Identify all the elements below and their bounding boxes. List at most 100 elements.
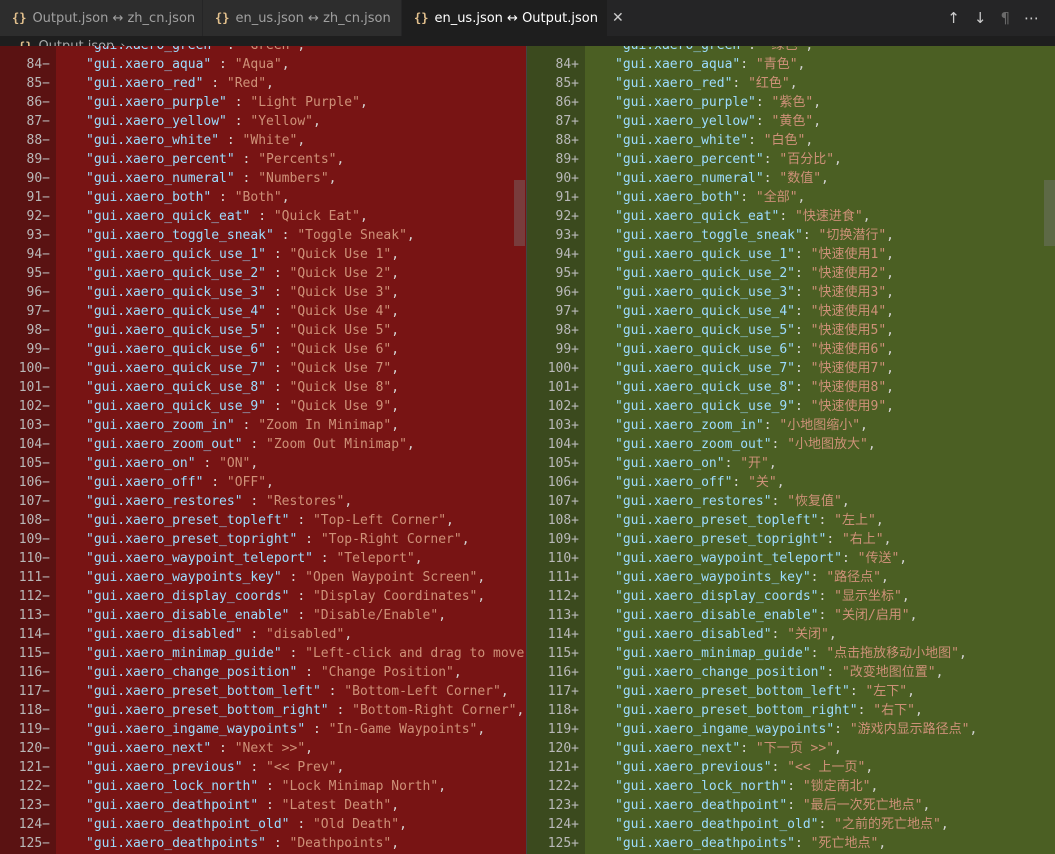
line-gutter: 124− <box>0 815 56 834</box>
json-comma: , <box>886 380 894 395</box>
json-comma: , <box>266 76 274 91</box>
json-value: "Old Death" <box>312 817 400 832</box>
json-key: "gui.xaero_red" <box>615 76 733 91</box>
json-key: "gui.xaero_off" <box>615 475 733 490</box>
diff-modified-pane[interactable]: "gui.xaero_green": "绿色",84+"gui.xaero_aq… <box>527 46 1055 854</box>
code-line: 104+ "gui.xaero_zoom_out": "小地图放大", <box>527 435 1055 454</box>
right-scrollbar-thumb[interactable] <box>1044 180 1055 246</box>
code-text: "gui.xaero_quick_use_1" : "Quick Use 1", <box>86 245 399 264</box>
line-gutter: 114− <box>0 625 56 644</box>
added-marker: + <box>571 399 579 414</box>
code-line: 93+ "gui.xaero_toggle_sneak": "切换潜行", <box>527 226 1055 245</box>
line-number-text: 94 <box>555 247 572 262</box>
json-comma: , <box>359 209 368 224</box>
json-separator: : <box>849 684 866 699</box>
json-key: "gui.xaero_lock_north" <box>615 779 788 794</box>
code-line: 118− "gui.xaero_preset_bottom_right" : "B… <box>0 701 526 720</box>
line-number-text: 96 <box>555 285 572 300</box>
removed-marker: − <box>42 228 50 243</box>
pilcrow-icon[interactable]: ¶ <box>1000 9 1010 27</box>
code-text: "gui.xaero_waypoint_teleport" : "Telepor… <box>86 549 423 568</box>
code-text: "gui.xaero_preset_bottom_right": "右下", <box>615 701 923 720</box>
line-gutter: 94+ <box>527 245 585 264</box>
line-gutter: 109+ <box>527 530 585 549</box>
left-scrollbar-thumb[interactable] <box>514 180 525 246</box>
json-key: "gui.xaero_waypoint_teleport" <box>615 551 842 566</box>
json-key: "gui.xaero_quick_use_1" <box>86 247 267 262</box>
added-marker: + <box>571 513 579 528</box>
line-number: 102− <box>0 397 50 416</box>
code-line: 106+ "gui.xaero_off": "关", <box>527 473 1055 492</box>
json-comma: , <box>922 798 931 813</box>
line-gutter: 115− <box>0 644 56 663</box>
json-value: "<< 上一页" <box>787 760 866 775</box>
line-number: 93− <box>0 226 50 245</box>
json-key: "gui.xaero_disabled" <box>86 627 243 642</box>
code-line: 124+ "gui.xaero_deathpoint_old": "之前的死亡地点… <box>527 815 1055 834</box>
line-gutter: 111+ <box>527 568 585 587</box>
line-number: 87− <box>0 112 50 131</box>
code-text: "gui.xaero_quick_use_8" : "Quick Use 8", <box>86 378 399 397</box>
tab-en-us-vs-output[interactable]: {} en_us.json ↔ Output.json ✕ <box>402 0 624 36</box>
code-line: 98+ "gui.xaero_quick_use_5": "快速使用5", <box>527 321 1055 340</box>
json-value: "Left-click and drag to move <box>305 646 525 661</box>
json-separator: : <box>826 665 842 680</box>
line-number: 84+ <box>529 55 579 74</box>
next-change-icon[interactable]: ↓ <box>974 9 987 27</box>
code-text: "gui.xaero_red" : "Red", <box>86 74 274 93</box>
line-number-text: 92 <box>26 209 43 224</box>
json-comma: , <box>336 760 345 775</box>
code-line: 108− "gui.xaero_preset_topleft" : "Top-Le… <box>0 511 526 530</box>
code-line: 87+ "gui.xaero_yellow": "黄色", <box>527 112 1055 131</box>
json-value: "<< Prev" <box>266 760 337 775</box>
removed-marker: − <box>42 209 50 224</box>
json-separator: : <box>234 171 259 186</box>
json-comma: , <box>305 741 313 756</box>
line-number: 88− <box>0 131 50 150</box>
added-marker: + <box>571 418 579 433</box>
added-marker: + <box>571 285 579 300</box>
json-comma: , <box>886 361 894 376</box>
line-number: 96− <box>0 283 50 302</box>
code-text: "gui.xaero_quick_use_2": "快速使用2", <box>615 264 894 283</box>
line-number-text: 97 <box>26 304 43 319</box>
line-gutter: 120− <box>0 739 56 758</box>
close-icon[interactable]: ✕ <box>612 10 624 26</box>
tab-output-vs-zh-cn[interactable]: {} Output.json ↔ zh_cn.json <box>0 0 203 36</box>
json-key: "gui.xaero_preset_bottom_right" <box>86 703 329 718</box>
line-number-text: 88 <box>555 133 572 148</box>
removed-marker: − <box>42 513 50 528</box>
code-text: "gui.xaero_on" : "ON", <box>86 454 258 473</box>
json-comma: , <box>958 646 967 661</box>
line-number: 115− <box>0 644 50 663</box>
json-separator: : <box>242 437 267 452</box>
line-number: 118+ <box>529 701 579 720</box>
code-text: "gui.xaero_lock_north": "锁定南北", <box>615 777 878 796</box>
line-gutter: 92− <box>0 207 56 226</box>
removed-marker: − <box>42 589 50 604</box>
json-value: "Teleport" <box>336 551 415 566</box>
json-value: "点击拖放移动小地图" <box>826 646 959 661</box>
line-number: 116+ <box>529 663 579 682</box>
json-key: "gui.xaero_ingame_waypoints" <box>86 722 306 737</box>
line-number-text: 101 <box>18 380 43 395</box>
diff-original-pane[interactable]: "gui.xaero_green" : "Green",84−"gui.xaer… <box>0 46 526 854</box>
tab-en-us-vs-zh-cn[interactable]: {} en_us.json ↔ zh_cn.json <box>203 0 402 36</box>
json-value: "Quick Use 2" <box>289 266 392 281</box>
json-comma: , <box>391 418 400 433</box>
line-number-text: 108 <box>18 513 43 528</box>
json-value: "Open Waypoint Screen" <box>305 570 478 585</box>
more-actions-icon[interactable]: ⋯ <box>1024 9 1039 27</box>
code-text: "gui.xaero_ingame_waypoints": "游戏内显示路径点"… <box>615 720 977 739</box>
json-separator: : <box>763 418 780 433</box>
json-value: "开" <box>740 456 769 471</box>
previous-change-icon[interactable]: ↑ <box>947 9 960 27</box>
json-separator: : <box>787 798 803 813</box>
json-key: "gui.xaero_zoom_in" <box>615 418 764 433</box>
json-separator: : <box>273 228 298 243</box>
code-line: 120− "gui.xaero_next" : "Next >>", <box>0 739 526 758</box>
json-key: "gui.xaero_white" <box>86 133 220 148</box>
line-gutter: 100+ <box>527 359 585 378</box>
line-number: 97+ <box>529 302 579 321</box>
json-key: "gui.xaero_disable_enable" <box>86 608 290 623</box>
